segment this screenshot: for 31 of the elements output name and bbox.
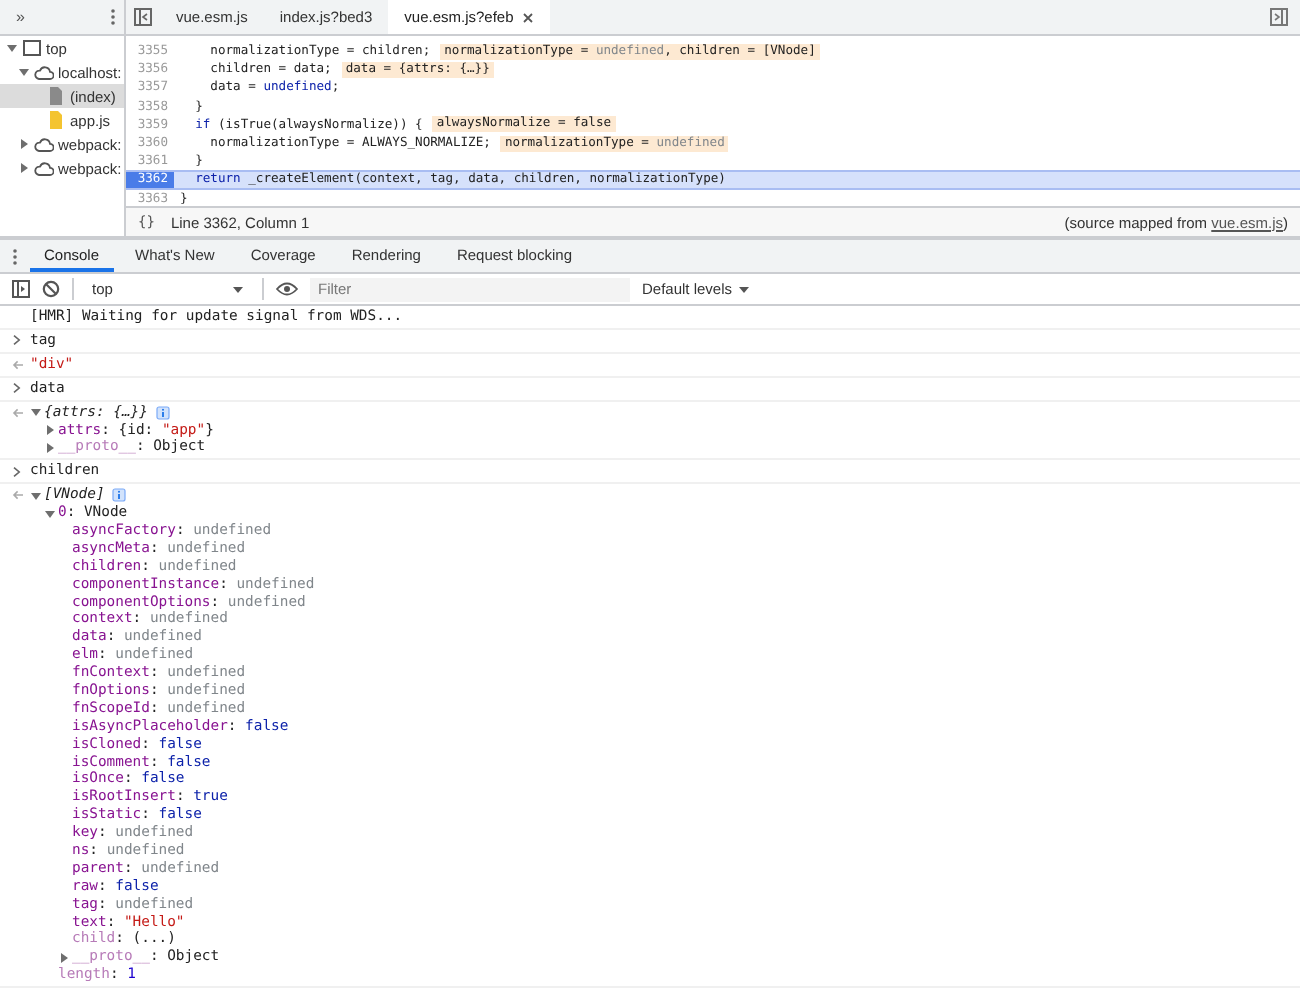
close-icon[interactable] — [521, 11, 534, 23]
more-tabs-button[interactable]: » — [16, 8, 25, 26]
cloud-icon — [34, 62, 54, 82]
expand-triangle-icon[interactable] — [18, 66, 30, 78]
info-icon[interactable] — [112, 488, 127, 503]
frame-icon — [22, 38, 42, 58]
expand-triangle-icon[interactable] — [18, 162, 30, 174]
navigator-toggle-icon[interactable] — [134, 8, 152, 26]
prompt-chevron-icon — [12, 465, 22, 478]
kebab-menu-icon[interactable] — [12, 247, 18, 265]
return-arrow-icon — [12, 359, 24, 370]
expand-triangle-icon[interactable] — [58, 951, 70, 964]
sidebar-toggle-icon[interactable] — [12, 280, 30, 298]
caret-down-icon — [738, 285, 751, 293]
prompt-chevron-icon — [12, 382, 22, 395]
kebab-menu-icon[interactable] — [110, 8, 116, 26]
caret-down-icon — [232, 285, 244, 293]
expand-triangle-icon[interactable] — [18, 138, 30, 150]
clear-console-icon[interactable] — [42, 280, 60, 298]
info-icon[interactable] — [155, 405, 170, 420]
return-arrow-icon — [12, 490, 24, 501]
expand-triangle-icon[interactable] — [30, 489, 42, 502]
expand-triangle-icon[interactable] — [30, 406, 42, 419]
prompt-chevron-icon — [12, 334, 22, 347]
expand-triangle-icon[interactable] — [44, 423, 56, 436]
expand-triangle-icon[interactable] — [44, 441, 56, 454]
expand-triangle-icon[interactable] — [44, 507, 56, 520]
eye-icon[interactable] — [276, 282, 298, 296]
return-arrow-icon — [12, 407, 24, 418]
debugger-toggle-icon[interactable] — [1270, 8, 1288, 26]
expand-triangle-icon[interactable] — [6, 42, 18, 54]
